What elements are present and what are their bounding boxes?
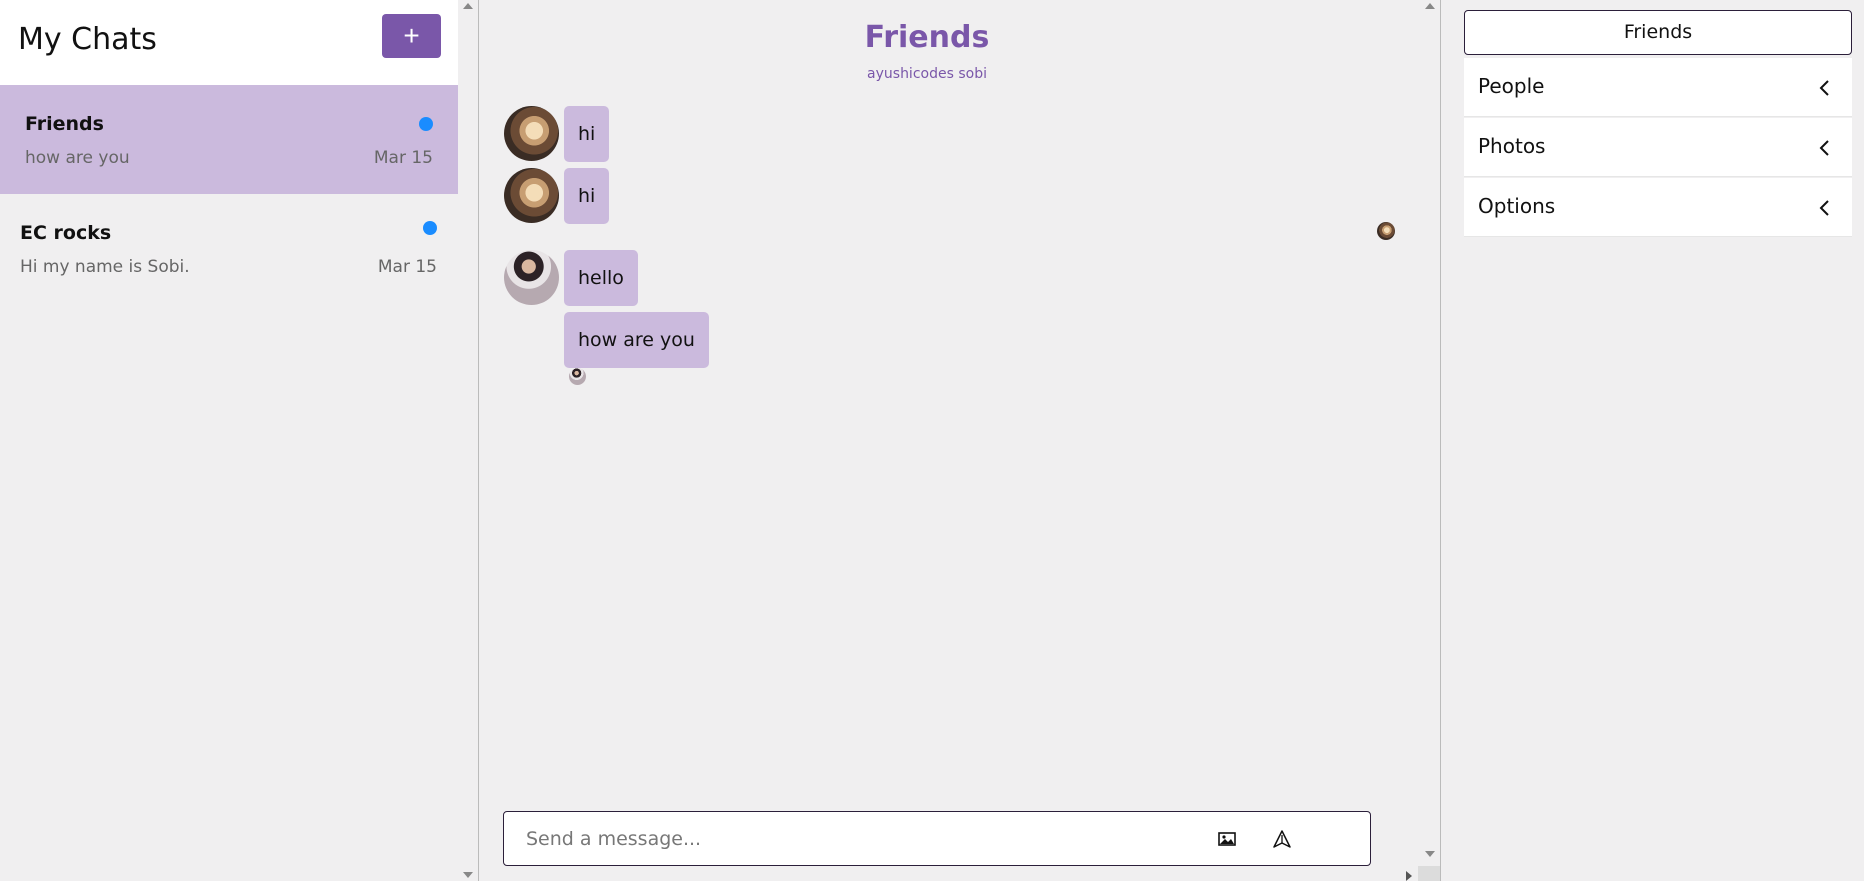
conversation-members: ayushicodes sobi — [867, 66, 987, 82]
conversation-scrollbar[interactable] — [1420, 0, 1440, 881]
avatar — [504, 168, 559, 223]
scroll-down-arrow[interactable] — [463, 872, 473, 878]
avatar — [504, 250, 559, 305]
chat-list-title: My Chats — [18, 22, 157, 57]
avatar — [504, 106, 559, 161]
chat-card-date: Mar 15 — [377, 257, 437, 277]
chevron-left-icon — [1819, 80, 1829, 96]
chat-card-ec-rocks[interactable]: EC rocks Hi my name is Sobi. Mar 15 — [0, 194, 458, 303]
settings-item-people[interactable]: People — [1464, 58, 1852, 117]
chat-card-friends[interactable]: Friends how are you Mar 15 — [0, 85, 458, 194]
chat-list-scrollbar[interactable] — [458, 0, 478, 881]
chat-card-name: Friends — [25, 113, 104, 135]
chat-card-name: EC rocks — [20, 222, 112, 244]
image-icon[interactable] — [1217, 829, 1237, 849]
message-bubble: how are you — [564, 312, 709, 368]
scroll-up-arrow[interactable] — [1425, 3, 1435, 9]
scroll-up-arrow[interactable] — [463, 3, 473, 9]
settings-item-label: Options — [1478, 194, 1556, 218]
chat-card-preview: how are you — [25, 148, 130, 168]
scroll-right-arrow[interactable] — [1406, 871, 1412, 881]
settings-item-label: Photos — [1478, 134, 1546, 158]
send-icon[interactable] — [1272, 829, 1292, 849]
scrollbar-corner — [1418, 866, 1440, 881]
unread-dot — [423, 221, 437, 235]
settings-item-label: People — [1478, 74, 1545, 98]
chat-list-panel: My Chats + Friends how are you Mar 15 EC… — [0, 0, 473, 881]
message-input[interactable] — [526, 824, 1166, 854]
chevron-left-icon — [1819, 200, 1829, 216]
chat-settings-title[interactable]: Friends — [1464, 10, 1852, 55]
chat-list-header: My Chats + — [0, 0, 458, 85]
conversation-title: Friends — [864, 20, 990, 55]
message-bubble: hi — [564, 168, 610, 224]
message-bubble: hi — [564, 106, 610, 162]
chevron-left-icon — [1819, 140, 1829, 156]
scroll-down-arrow[interactable] — [1425, 851, 1435, 857]
unread-dot — [419, 117, 433, 131]
settings-item-options[interactable]: Options — [1464, 178, 1852, 237]
read-receipt-avatar — [569, 368, 586, 385]
message-composer — [503, 811, 1371, 866]
settings-item-photos[interactable]: Photos — [1464, 118, 1852, 177]
chat-card-preview: Hi my name is Sobi. — [20, 257, 190, 277]
chat-settings-panel: Friends People Photos Options — [1440, 0, 1864, 881]
chat-card-date: Mar 15 — [373, 148, 433, 168]
conversation-panel: Friends ayushicodes sobi hi hi hello how… — [478, 0, 1440, 881]
message-bubble: hello — [564, 250, 638, 306]
new-chat-button[interactable]: + — [382, 14, 441, 58]
read-receipt-avatar — [1377, 222, 1395, 240]
